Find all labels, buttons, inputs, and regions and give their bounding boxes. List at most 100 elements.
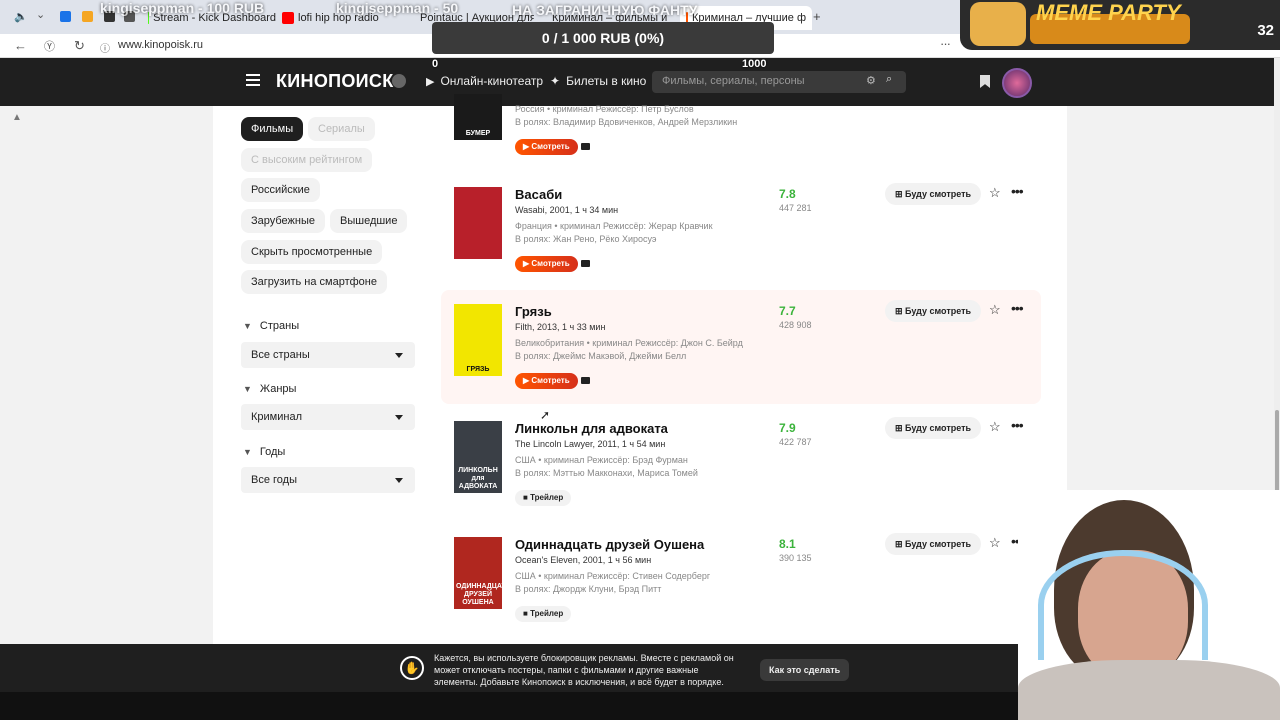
genres-select[interactable]: Криминал [241,404,415,430]
search-input[interactable]: Фильмы, сериалы, персоны ⚙ ⌕ [652,71,906,93]
more-icon[interactable]: ••• [1011,183,1024,199]
filter-download[interactable]: Загрузить на смартфоне [241,270,387,294]
site-logo[interactable]: КИНОПОИСК [276,71,394,92]
movie-info: Россия • криминал Режиссёр: Петр Буслов [515,104,694,114]
movie-cast: В ролях: Владимир Вдовиченков, Андрей Ме… [515,117,738,127]
filter-films[interactable]: Фильмы [241,117,304,141]
movie-poster[interactable]: ОДИННАДЦАТЬ ДРУЗЕЙ ОУШЕНА [454,537,511,609]
movie-info: Франция • криминал Режиссёр: Жерар Кравч… [515,221,713,231]
filter-released[interactable]: Вышедшие [330,209,408,233]
countries-select[interactable]: Все страны [241,342,415,368]
meme-party-widget: MEME PARTY 32 [960,0,1280,50]
chevron-down-icon: ▼ [243,447,252,457]
headset-icon [1038,550,1208,660]
trailer-camera-icon[interactable] [581,143,590,150]
filter-hide-watched[interactable]: Скрыть просмотренные [241,240,383,264]
bookmark-icon[interactable] [980,75,990,88]
movie-row[interactable]: ЛИНКОЛЬН для АДВОКАТА Линкольн для адвока… [441,417,1041,537]
trailer-camera-icon[interactable] [581,260,590,267]
movie-poster[interactable]: ГРЯЗЬ [454,304,502,376]
star-icon[interactable]: ☆ [989,419,1001,435]
movie-title[interactable]: Одиннадцать друзей Оушена [515,537,704,552]
genres-heading[interactable]: ▼ Жанры [243,383,296,395]
chevron-down-icon: ▼ [243,384,252,394]
new-tab-button[interactable]: + [813,9,821,24]
filter-series[interactable]: Сериалы [308,117,375,141]
mouse-cursor: ➚ [540,408,551,422]
star-icon[interactable]: ☆ [989,535,1001,551]
url-field[interactable]: www.kinopoisk.ru [118,39,203,51]
reload-icon[interactable]: ↻ [74,38,85,54]
chevron-down-icon: ▼ [243,321,252,331]
filter-foreign[interactable]: Зарубежные [241,209,326,233]
movie-title[interactable]: Васаби [515,187,562,202]
watchlist-button[interactable]: ⊞ Буду смотреть [885,417,982,439]
tab-favicon[interactable] [60,11,71,22]
trailer-button[interactable]: ■ Трейлер [515,490,572,506]
movie-title[interactable]: Грязь [515,304,552,319]
genres-label: Жанры [259,383,297,395]
speaker-icon[interactable]: 🔈 [14,10,28,23]
watch-label: Смотреть [531,142,570,151]
watch-button[interactable]: ▶ Смотреть [515,139,578,155]
watch-button[interactable]: ▶ Смотреть [515,256,578,272]
back-icon[interactable]: ← [14,38,27,53]
avatar[interactable] [1002,68,1032,98]
movie-info: Великобритания • криминал Режиссёр: Джон… [515,338,743,348]
globe-icon [392,74,406,88]
movie-votes: 390 135 [779,553,812,563]
hand-stop-icon: ✋ [400,656,424,680]
countries-label: Страны [259,320,300,332]
search-icon[interactable]: ⌕ [886,73,892,86]
movie-poster[interactable]: ЛИНКОЛЬН для АДВОКАТА [454,421,502,493]
yandex-icon[interactable]: Ⓨ [44,38,55,54]
filter-russian[interactable]: Российские [241,178,320,202]
donation-alert-name-2: kingiseppman - 50 [336,0,459,16]
webcam-overlay [1018,490,1280,720]
more-icon[interactable]: ••• [1011,417,1024,433]
nav-online-cinema[interactable]: ▶ Онлайн-кинотеатр [426,74,543,88]
watchlist-button[interactable]: ⊞ Буду смотреть [885,300,982,322]
movie-original-title: The Lincoln Lawyer, 2011, 1 ч 54 мин [515,439,666,449]
bookmark-plus-icon: ⊞ [895,189,906,199]
meme-title: MEME PARTY [1036,0,1181,25]
trailer-camera-icon[interactable] [581,377,590,384]
watchlist-label: Буду смотреть [905,189,972,199]
menu-icon[interactable] [246,74,260,86]
poster-title: БУМЕР [465,130,491,137]
tab-favicon[interactable] [82,11,93,22]
donation-goal-bar: 0 / 1 000 RUB (0%) [432,22,774,54]
countries-heading[interactable]: ▼ Страны [243,320,299,332]
watch-button[interactable]: ▶ Смотреть [515,373,578,389]
collapse-icon[interactable]: ▲ [12,112,22,123]
more-icon[interactable]: ••• [1011,300,1024,316]
filter-icon[interactable]: ⚙ [866,74,876,87]
movie-row[interactable]: БУМЕР Россия • криминал Режиссёр: Петр Бу… [441,94,1041,155]
menu-dots-icon[interactable]: ··· [940,36,951,51]
filter-high-rating[interactable]: С высоким рейтингом [241,148,373,172]
chevron-down-icon[interactable]: ⌄ [36,8,45,21]
watchlist-button[interactable]: ⊞ Буду смотреть [885,533,982,555]
bookmark-plus-icon: ⊞ [895,539,906,549]
streamer-body [1018,660,1280,720]
movie-original-title: Wasabi, 2001, 1 ч 34 мин [515,205,619,215]
movie-title[interactable]: Линкольн для адвоката [515,421,668,436]
movie-poster[interactable]: БУМЕР [454,94,502,140]
movie-row[interactable]: ОДИННАДЦАТЬ ДРУЗЕЙ ОУШЕНА Одиннадцать дру… [441,533,1041,653]
nav-tickets[interactable]: ✦ Билеты в кино [550,74,646,88]
poster-title: ЛИНКОЛЬН для АДВОКАТА [458,467,498,490]
how-to-button[interactable]: Как это сделать [760,659,850,681]
star-icon[interactable]: ☆ [989,185,1001,201]
secure-icon: ⓘ [100,44,110,55]
movie-row[interactable]: Васаби Wasabi, 2001, 1 ч 34 мин Франция • … [441,183,1041,303]
star-icon[interactable]: ☆ [989,302,1001,318]
poster-title: ОДИННАДЦАТЬ ДРУЗЕЙ ОУШЕНА [456,583,511,606]
movie-info: США • криминал Режиссёр: Брэд Фурман [515,455,688,465]
movie-poster[interactable] [454,187,502,259]
years-select[interactable]: Все годы [241,467,415,493]
trailer-button[interactable]: ■ Трейлер [515,606,572,622]
watchlist-button[interactable]: ⊞ Буду смотреть [885,183,982,205]
watchlist-label: Буду смотреть [905,539,972,549]
movie-row[interactable]: ГРЯЗЬ Грязь Filth, 2013, 1 ч 33 мин Великоб… [441,290,1041,404]
years-heading[interactable]: ▼ Годы [243,446,285,458]
